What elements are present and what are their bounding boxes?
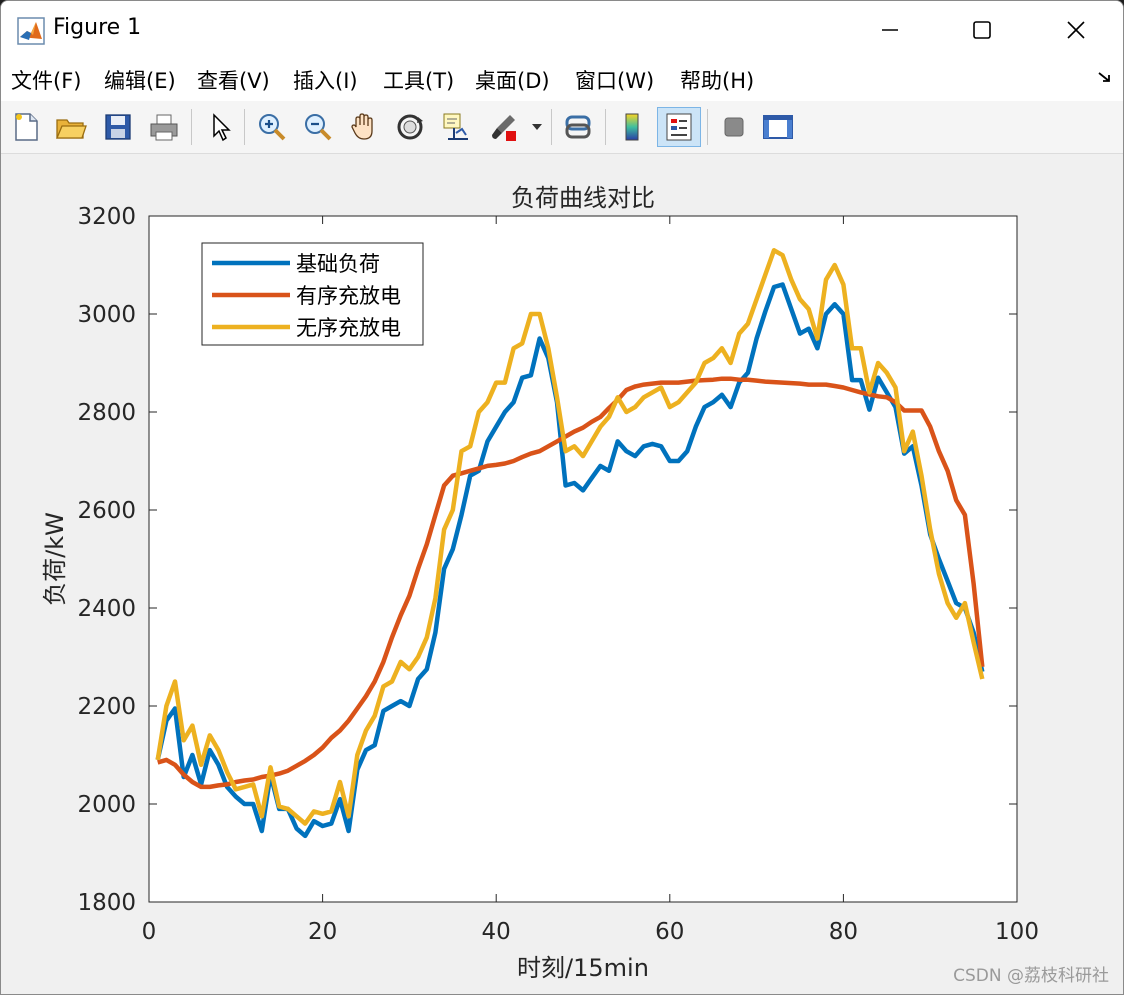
x-tick-label: 60 [655, 919, 684, 945]
watermark: CSDN @荔枝科研社 [953, 966, 1109, 986]
legend-label: 基础负荷 [296, 252, 380, 276]
x-tick-label: 100 [995, 919, 1039, 945]
line-chart: 0 20 40 60 80 100 1800 2000 2200 2400 2600 2800 3000… [41, 184, 1039, 982]
chart-title: 负荷曲线对比 [511, 184, 655, 212]
x-tick-label: 80 [829, 919, 858, 945]
y-tick-label: 2400 [77, 596, 136, 622]
y-tick-label: 1800 [77, 890, 136, 916]
y-tick-label: 3000 [77, 302, 136, 328]
y-axis-label: 负荷/kW [41, 512, 69, 606]
y-tick-label: 2000 [77, 792, 136, 818]
y-tick-label: 2800 [77, 400, 136, 426]
figure-window: Figure 1 文件(F) 编辑(E) 查看(V) 插入(I) 工具(T) 桌… [0, 0, 1124, 995]
legend-label: 无序充放电 [296, 316, 401, 340]
y-tick-label: 3200 [77, 204, 136, 230]
x-tick-label: 40 [482, 919, 511, 945]
x-tick-label: 0 [142, 919, 157, 945]
legend-label: 有序充放电 [296, 284, 401, 308]
x-tick-label: 20 [308, 919, 337, 945]
legend[interactable]: 基础负荷 有序充放电 无序充放电 [201, 242, 424, 346]
y-tick-label: 2600 [77, 498, 136, 524]
y-tick-label: 2200 [77, 694, 136, 720]
x-axis-label: 时刻/15min [517, 954, 649, 982]
